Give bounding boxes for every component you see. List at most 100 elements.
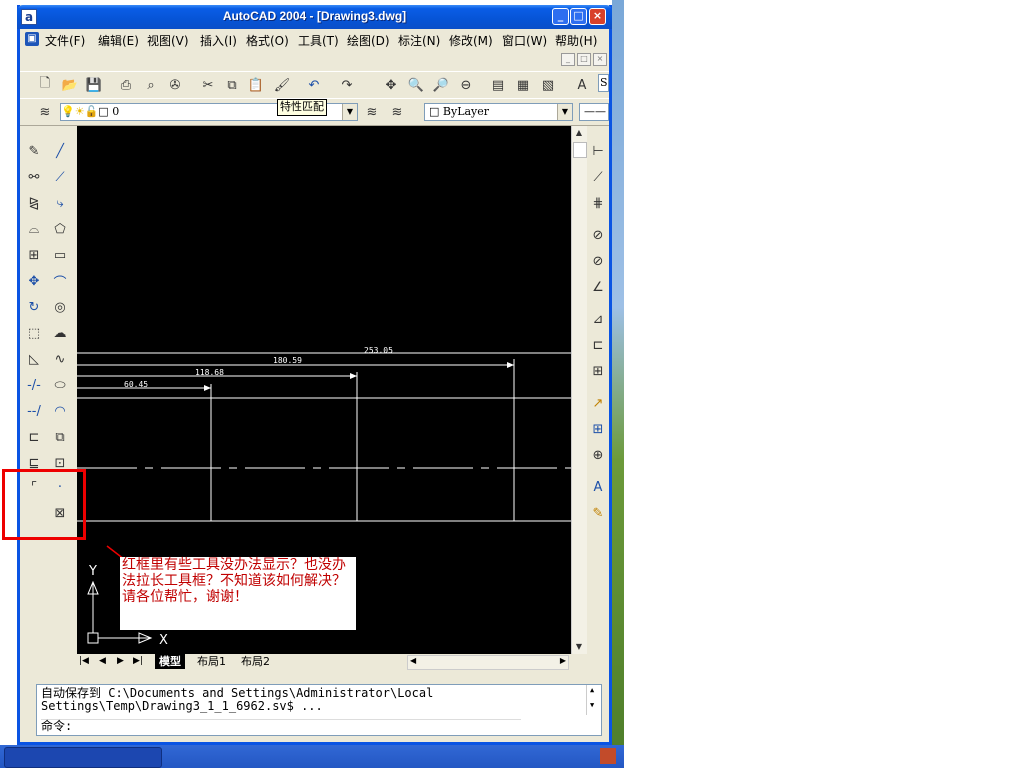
construction-line-icon[interactable]: ⟋: [51, 168, 69, 186]
zoom-realtime-icon[interactable]: 🔍: [407, 76, 425, 94]
arc-icon[interactable]: ⌒: [51, 272, 69, 291]
zoom-previous-icon[interactable]: ⊖: [457, 76, 475, 94]
spline-icon[interactable]: ∿: [51, 350, 69, 368]
layer-manager-icon[interactable]: ≋: [36, 103, 54, 121]
next-tab-icon[interactable]: ▶: [117, 656, 124, 666]
cut-icon[interactable]: ✂: [199, 76, 217, 94]
tab-layout2[interactable]: 布局2: [237, 654, 274, 669]
ordinate-dimension-icon[interactable]: ⋕: [589, 194, 607, 212]
pan-icon[interactable]: ✥: [382, 76, 400, 94]
print-icon[interactable]: ⎙: [117, 76, 135, 94]
polyline-icon[interactable]: ⤷: [51, 194, 69, 212]
undo-icon[interactable]: ↶: [305, 76, 323, 94]
tolerance-icon[interactable]: ⊞: [589, 420, 607, 438]
title-bar[interactable]: a AutoCAD 2004 - [Drawing3.dwg] _ □ ×: [17, 5, 612, 29]
match-properties-icon[interactable]: 🖌: [273, 76, 291, 94]
save-icon[interactable]: 💾: [85, 76, 103, 94]
scroll-up-icon[interactable]: ▲: [572, 126, 586, 140]
stretch-icon[interactable]: ◺: [25, 350, 43, 368]
command-scrollbar[interactable]: ▲ ▼: [586, 685, 601, 715]
command-prompt[interactable]: 命令:: [41, 719, 521, 733]
open-icon[interactable]: 📂: [61, 76, 79, 94]
move-icon[interactable]: ✥: [25, 272, 43, 290]
menu-format[interactable]: 格式(O): [246, 32, 289, 49]
redo-icon[interactable]: ↷: [338, 76, 356, 94]
menu-tools[interactable]: 工具(T): [298, 32, 339, 49]
quick-leader-icon[interactable]: ↗: [589, 394, 607, 412]
chevron-down-icon[interactable]: ▼: [342, 104, 357, 120]
text-style-icon[interactable]: A: [573, 76, 591, 94]
linear-dimension-icon[interactable]: ⊢: [589, 142, 607, 160]
first-tab-icon[interactable]: |◀: [79, 656, 89, 666]
scroll-up-icon[interactable]: ▲: [590, 686, 594, 694]
taskbar-tray-icon[interactable]: [600, 748, 616, 764]
continue-dimension-icon[interactable]: ⊞: [589, 362, 607, 380]
angular-dimension-icon[interactable]: ∠: [589, 278, 607, 296]
line-icon[interactable]: ╱: [51, 142, 69, 160]
publish-icon[interactable]: ✇: [166, 76, 184, 94]
menu-window[interactable]: 窗口(W): [502, 32, 547, 49]
ellipse-arc-icon[interactable]: ◠: [51, 402, 69, 420]
mirror-icon[interactable]: ⧎: [25, 194, 43, 212]
paste-icon[interactable]: 📋: [247, 76, 265, 94]
dimension-text-edit-icon[interactable]: ✎: [589, 504, 607, 522]
polygon-icon[interactable]: ⬠: [51, 220, 69, 238]
menu-edit[interactable]: 编辑(E): [98, 32, 139, 49]
menu-help[interactable]: 帮助(H): [555, 32, 597, 49]
quick-dimension-icon[interactable]: ⊿: [589, 310, 607, 328]
center-mark-icon[interactable]: ⊕: [589, 446, 607, 464]
array-icon[interactable]: ⊞: [25, 246, 43, 264]
maximize-button[interactable]: □: [570, 8, 587, 25]
menu-insert[interactable]: 插入(I): [200, 32, 237, 49]
offset-icon[interactable]: ⌓: [25, 220, 43, 238]
tab-layout1[interactable]: 布局1: [193, 654, 230, 669]
menu-view[interactable]: 视图(V): [147, 32, 189, 49]
properties-icon[interactable]: ▤: [489, 76, 507, 94]
erase-icon[interactable]: ✎: [25, 142, 43, 160]
tool-palettes-icon[interactable]: ▧: [539, 76, 557, 94]
menu-modify[interactable]: 修改(M): [449, 32, 493, 49]
circle-icon[interactable]: ◎: [51, 298, 69, 316]
last-tab-icon[interactable]: ▶|: [133, 656, 143, 666]
scroll-thumb[interactable]: [573, 142, 587, 158]
layer-previous-icon[interactable]: ≋: [388, 103, 406, 121]
diameter-dimension-icon[interactable]: ⊘: [589, 252, 607, 270]
aligned-dimension-icon[interactable]: ⟋: [589, 168, 607, 186]
dimension-edit-icon[interactable]: A: [589, 478, 607, 496]
radius-dimension-icon[interactable]: ⊘: [589, 226, 607, 244]
extend-icon[interactable]: --/: [25, 402, 43, 420]
ellipse-icon[interactable]: ⬭: [51, 376, 69, 394]
trim-icon[interactable]: -/-: [25, 376, 43, 394]
menu-draw[interactable]: 绘图(D): [347, 32, 390, 49]
chevron-down-icon[interactable]: ▼: [557, 104, 572, 120]
rectangle-icon[interactable]: ▭: [51, 246, 69, 264]
plot-preview-icon[interactable]: ⌕: [142, 76, 160, 94]
revision-cloud-icon[interactable]: ☁: [51, 324, 69, 342]
close-button[interactable]: ×: [589, 8, 606, 25]
scroll-left-icon[interactable]: ◀: [410, 656, 416, 665]
make-object-layer-current-icon[interactable]: ≋: [363, 103, 381, 121]
color-dropdown[interactable]: □ ByLayer ▼: [424, 103, 573, 121]
horizontal-scrollbar[interactable]: ◀ ▶: [407, 655, 569, 670]
new-icon[interactable]: 🗋: [36, 76, 54, 94]
scroll-right-icon[interactable]: ▶: [560, 656, 566, 665]
tab-model[interactable]: 模型: [155, 654, 185, 669]
scale-icon[interactable]: ⬚: [25, 324, 43, 342]
scroll-down-icon[interactable]: ▼: [590, 701, 594, 709]
taskbar-button[interactable]: [4, 747, 162, 768]
doc-minimize-button[interactable]: _: [561, 53, 575, 66]
command-window[interactable]: 自动保存到 C:\Documents and Settings\Administ…: [36, 684, 602, 736]
scroll-down-icon[interactable]: ▼: [572, 640, 586, 654]
vertical-scrollbar[interactable]: ▲ ▼: [571, 126, 587, 654]
prev-tab-icon[interactable]: ◀: [99, 656, 106, 666]
copy-icon[interactable]: ⧉: [223, 76, 241, 94]
menu-dimension[interactable]: 标注(N): [398, 32, 440, 49]
minimize-button[interactable]: _: [552, 8, 569, 25]
zoom-window-icon[interactable]: 🔎: [432, 76, 450, 94]
design-center-icon[interactable]: ▦: [514, 76, 532, 94]
rotate-icon[interactable]: ↻: [25, 298, 43, 316]
menu-file[interactable]: 文件(F): [45, 32, 85, 49]
copy-object-icon[interactable]: ⚯: [25, 168, 43, 186]
linetype-dropdown[interactable]: ——: [579, 103, 609, 121]
baseline-dimension-icon[interactable]: ⊏: [589, 336, 607, 354]
